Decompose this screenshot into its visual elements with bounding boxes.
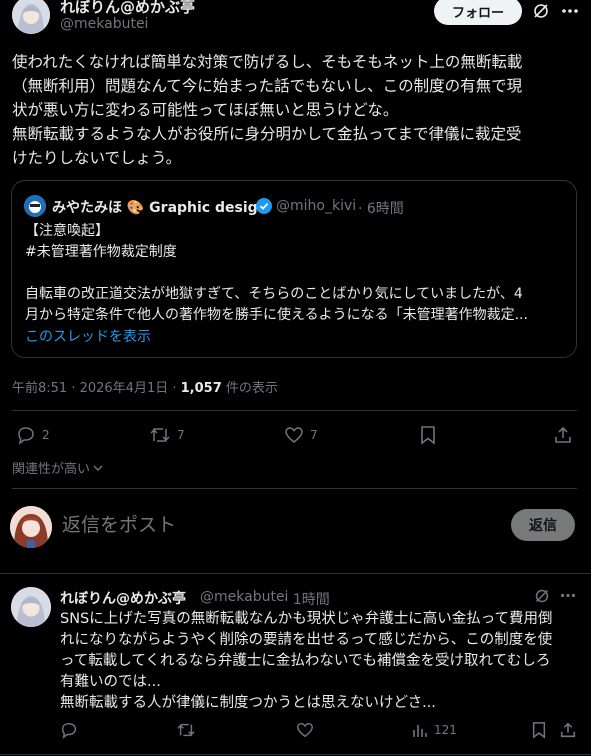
author-handle[interactable]: @mekabutei [60,16,148,32]
author-avatar[interactable] [12,0,50,34]
reply-line: 無断転載する人が律儀に制度つかうとは思えないけどさ... [60,695,436,711]
reply-views-count: 121 [434,723,457,737]
reply-button[interactable]: 2 [16,425,50,445]
quoted-author-avatar [24,195,46,217]
post-meta: 午前8:51 · 2026年4月1日 · 1,057 件の表示 [12,377,278,396]
post-body: 使われたくなければ簡単な対策で防げるし、そもそもネット上の無断転載 （無断利用）… [12,50,582,170]
quoted-post-time: · 6時間 [358,201,404,217]
quoted-line: 自転車の改正道交法が地獄すぎて、そちらのことばかり気にしていましたが、4 [25,286,523,302]
author-name[interactable]: れぼりん@めかぶ亭 [60,0,195,17]
grok-icon[interactable] [534,588,550,604]
show-thread-link[interactable]: このスレッドを表示 [25,326,151,346]
reply-count: 2 [42,428,50,442]
quoted-author-handle: @miho_kivi [276,198,357,214]
reply-author-name[interactable]: れぼりん@めかぶ亭 [60,588,186,608]
divider [12,410,577,411]
verified-badge-icon [256,198,272,214]
bookmark-icon[interactable] [531,721,547,739]
post-line: 使われたくなければ簡単な対策で防げるし、そもそもネット上の無断転載 [12,53,523,71]
follow-button[interactable]: フォロー [434,0,522,25]
divider [12,488,577,489]
sort-label: 関連性が高い [12,462,91,477]
share-icon[interactable] [559,721,577,739]
post-line: 無断転載するような人がお役所に身分明かして金払ってまで律儀に裁定受 [12,125,522,143]
user-avatar[interactable] [10,506,52,548]
reply-author-handle[interactable]: @mekabutei [200,589,288,605]
repost-count: 7 [177,428,185,442]
divider [0,754,591,755]
like-count: 7 [310,428,318,442]
reply-line: れになりながらようやく削除の要請を出せるって感じだから、この制度を使 [60,632,553,648]
post-line: （無断利用）問題なんて今に始まった話でもないし、この制度の有無で現 [12,77,523,95]
heart-icon [285,427,303,443]
quoted-post-card[interactable]: みやたみほ 🎨 Graphic design @miho_kivi · 6時間 … [11,180,577,358]
more-options-icon[interactable] [560,593,576,598]
reply-post-body: SNSに上げた写真の無断転載なんかも現状じゃ弁護士に高い金払って費用倒 れになり… [60,609,585,714]
divider [0,573,591,574]
views-button[interactable]: 121 [412,722,457,738]
repost-icon[interactable] [176,721,196,739]
reply-line: って転載してくれるなら弁護士に金払わないでも補償金を受け取れてむしろ [60,653,551,669]
analytics-icon [413,725,427,737]
views-label: 件の表示 [221,381,278,396]
quoted-post-text: 【注意喚起】 #未管理著作物裁定制度 自転車の改正道交法が地獄すぎて、そちらのこ… [25,221,565,326]
bookmark-icon[interactable] [419,425,437,445]
views-count: 1,057 [180,381,222,396]
reply-icon [18,427,34,445]
reply-submit-button[interactable]: 返信 [511,509,575,541]
chevron-down-icon [93,465,103,471]
share-icon[interactable] [553,425,573,445]
quoted-line: 【注意喚起】 [25,223,109,239]
repost-button[interactable]: 7 [149,425,185,445]
reply-author-avatar[interactable] [11,587,51,627]
post-line: けたりしないでしょう。 [12,149,182,167]
sort-dropdown[interactable]: 関連性が高い [12,458,104,477]
reply-post-time[interactable]: · 1時間 [284,589,330,609]
quoted-line: #未管理著作物裁定制度 [25,244,177,260]
post-line: 状が悪い方に変わる可能性ってほぼ無いと思うけどな。 [12,101,399,119]
more-options-icon[interactable] [561,8,579,14]
post-timestamp[interactable]: 午前8:51 · 2026年4月1日 · [12,381,181,396]
like-button[interactable]: 7 [284,425,318,445]
quoted-author-name: みやたみほ 🎨 Graphic design [52,200,268,216]
quoted-line: 月から特定条件で他人の著作物を勝手に使えるようになる「未管理著作物裁定... [25,307,528,323]
reply-input[interactable] [62,510,482,540]
grok-icon[interactable] [532,2,550,20]
reply-line: 有難いのでは... [60,674,161,690]
heart-icon[interactable] [296,721,314,739]
repost-icon [150,428,170,442]
quoted-line [25,263,565,284]
reply-icon[interactable] [60,721,78,739]
reply-line: SNSに上げた写真の無断転載なんかも現状じゃ弁護士に高い金払って費用倒 [60,611,553,627]
